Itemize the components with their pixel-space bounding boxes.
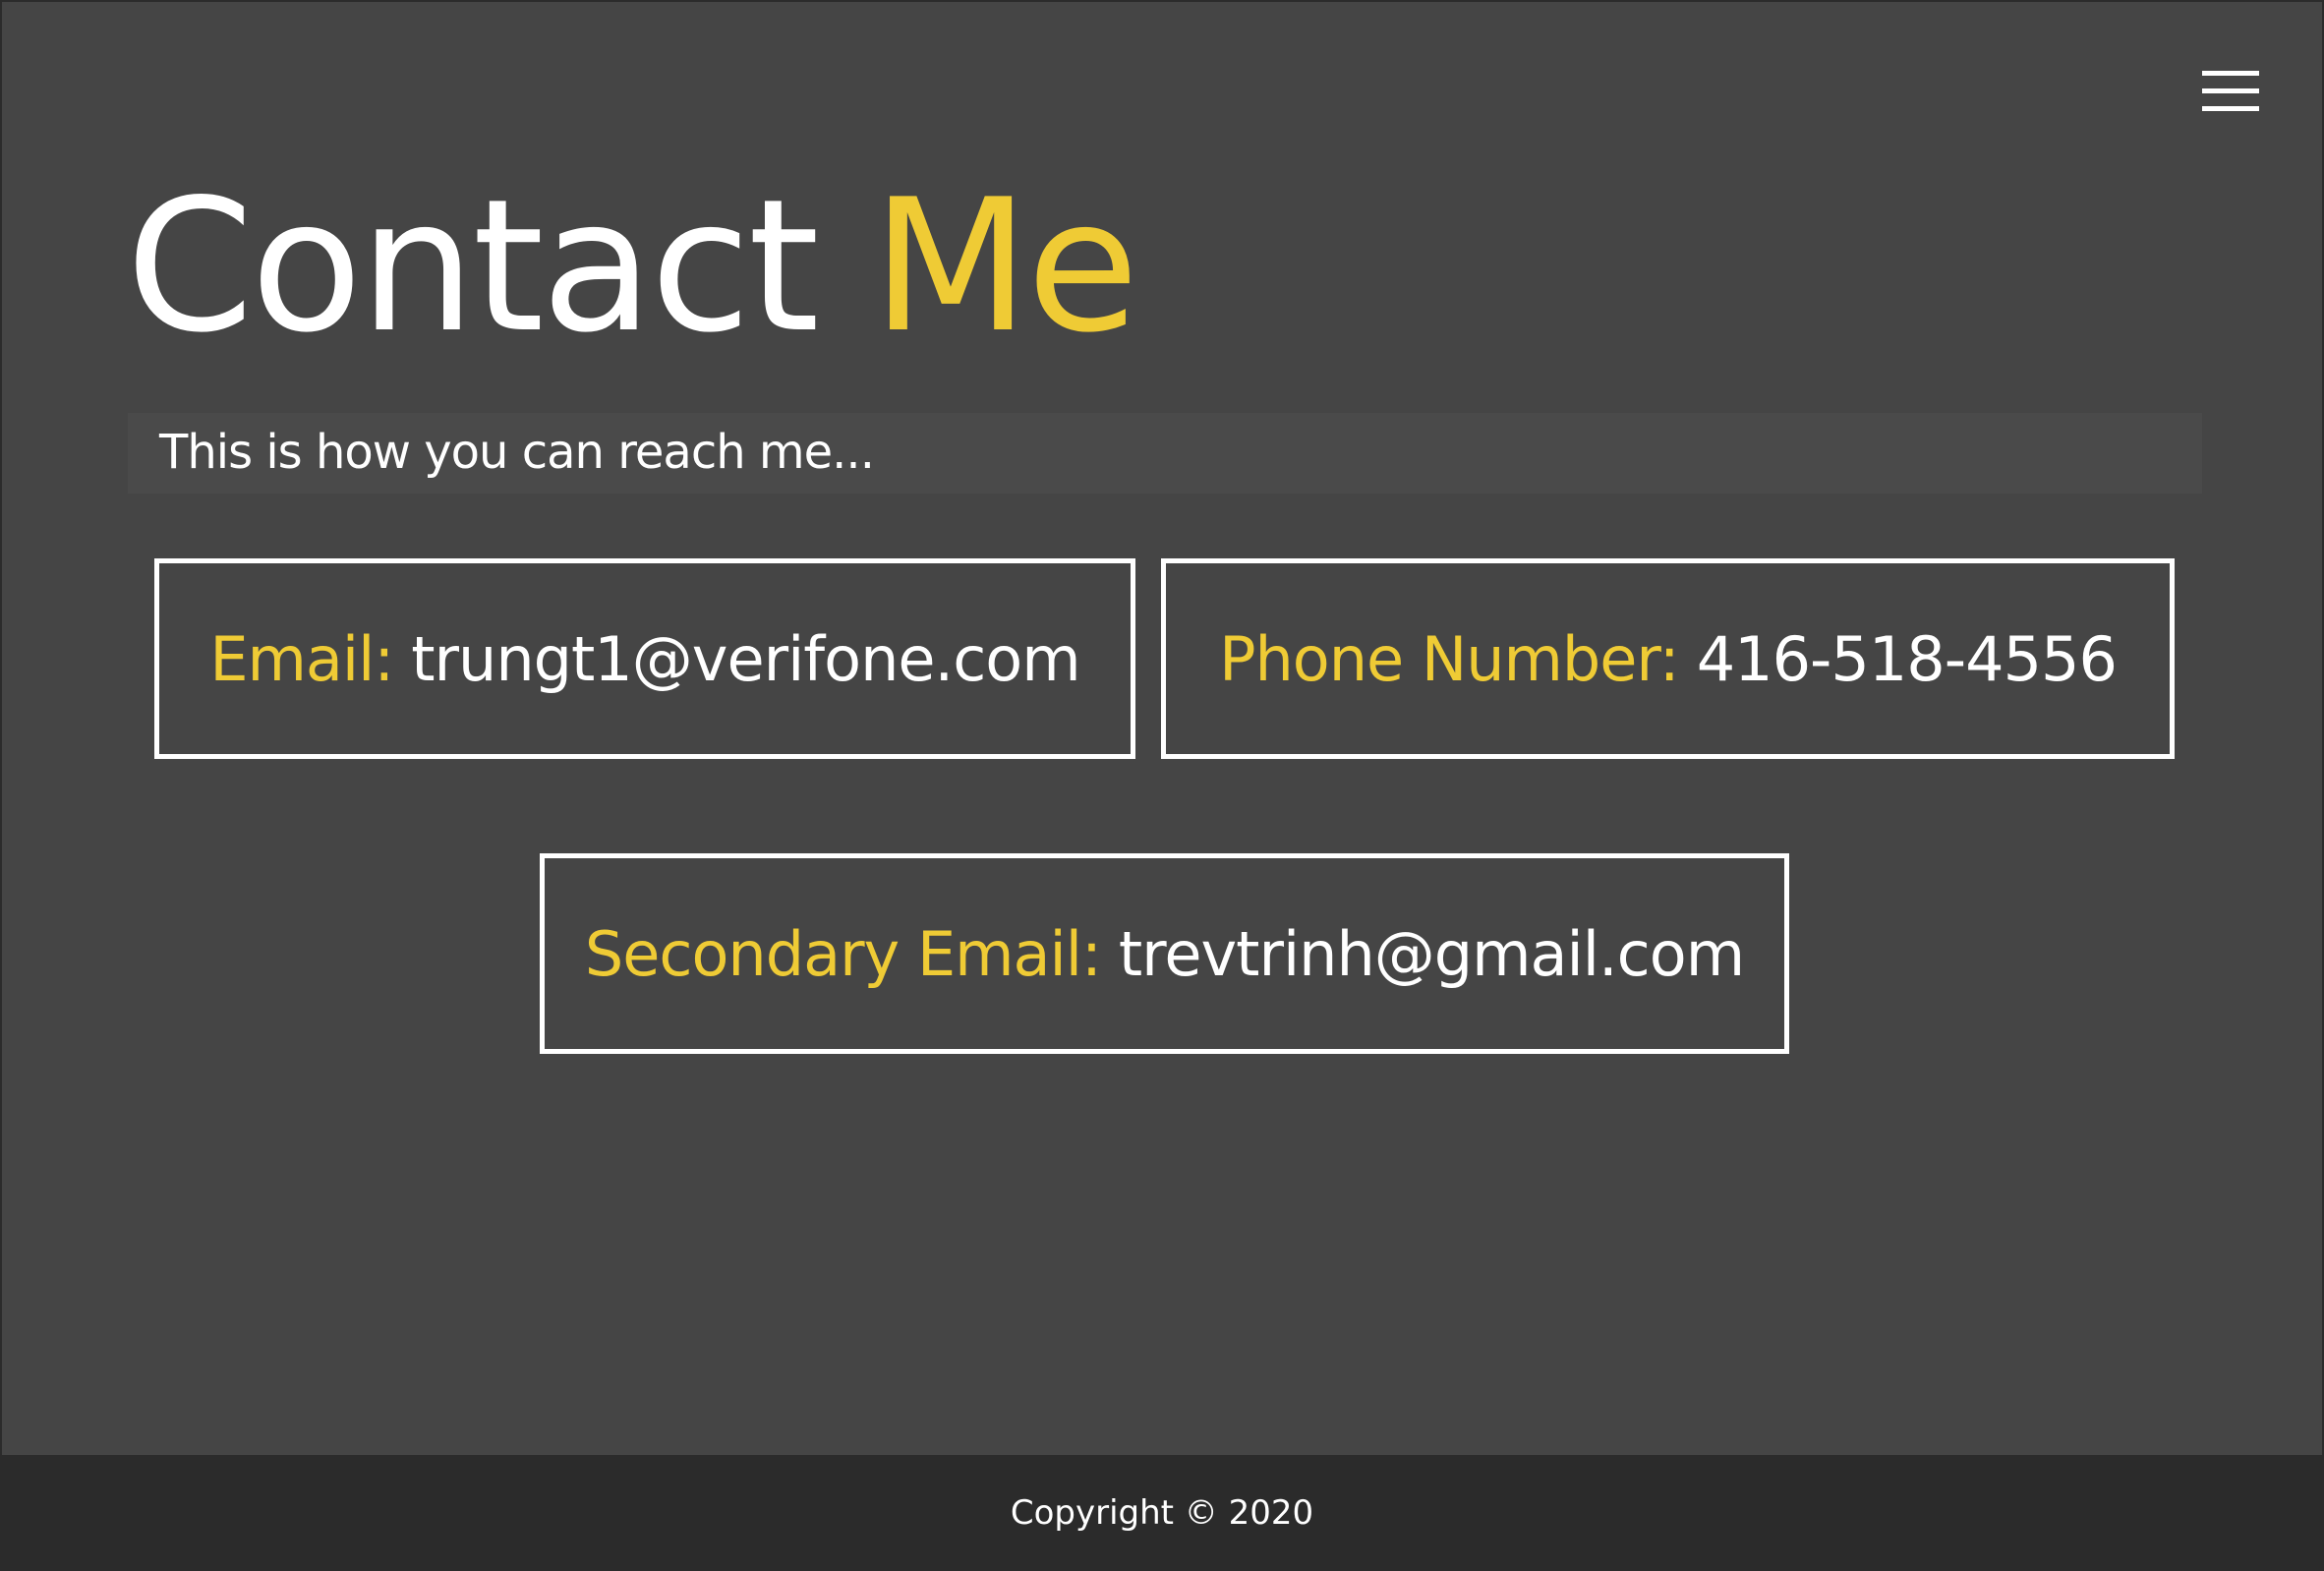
phone-contact-card: Phone Number: 416-518-4556	[1161, 558, 2175, 759]
intro-bar: This is how you can reach me...	[128, 413, 2202, 494]
secondary-email-contact-card: Secondary Email: trevtrinh@gmail.com	[540, 853, 1789, 1054]
secondary-email-label: Secondary Email:	[584, 917, 1102, 990]
menu-line-bottom	[2202, 106, 2259, 111]
email-label: Email:	[209, 622, 394, 695]
page-title-main: Contact	[126, 159, 872, 373]
intro-text: This is how you can reach me...	[159, 425, 875, 480]
contact-page: Contact Me This is how you can reach me.…	[0, 0, 2324, 1571]
phone-value[interactable]: 416-518-4556	[1697, 623, 2118, 695]
phone-label: Phone Number:	[1219, 622, 1680, 695]
page-title-accent: Me	[871, 159, 1139, 373]
menu-line-middle	[2202, 88, 2259, 93]
copyright-text: Copyright © 2020	[1010, 1493, 1314, 1533]
menu-line-top	[2202, 71, 2259, 76]
email-contact-card: Email: trungt1@verifone.com	[154, 558, 1135, 759]
secondary-email-value[interactable]: trevtrinh@gmail.com	[1119, 918, 1745, 990]
page-title: Contact Me	[126, 175, 1139, 358]
page-footer: Copyright © 2020	[2, 1455, 2322, 1571]
email-value[interactable]: trungt1@verifone.com	[411, 623, 1080, 695]
hamburger-menu-icon[interactable]	[2202, 71, 2259, 112]
